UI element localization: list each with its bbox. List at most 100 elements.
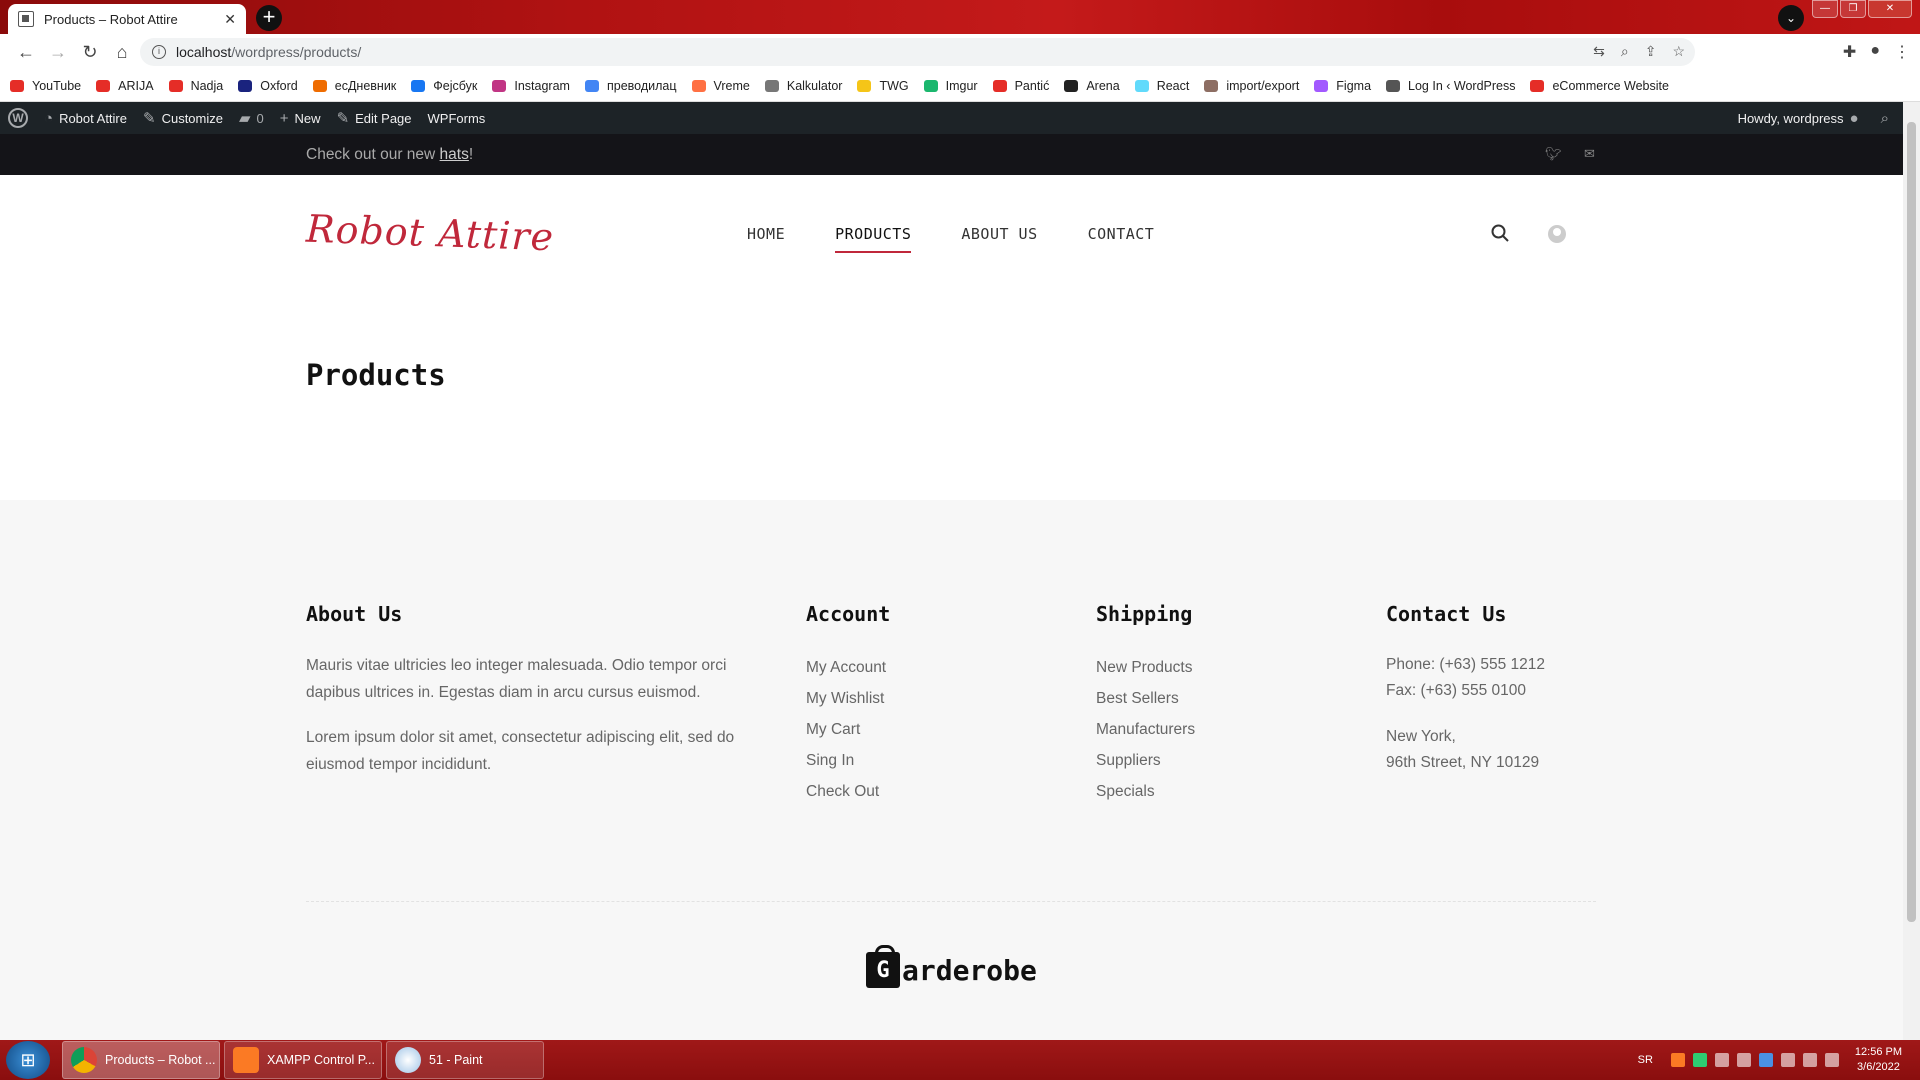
bookmark-label: eCommerce Website	[1552, 78, 1669, 93]
nav-contact[interactable]: CONTACT	[1088, 225, 1155, 253]
network-icon[interactable]	[1802, 1053, 1817, 1067]
wp-search[interactable]: ⌕	[1873, 102, 1903, 134]
account-link[interactable]: My Account	[806, 652, 890, 683]
taskbar-chrome[interactable]: Products – Robot ...	[62, 1041, 220, 1079]
bookmark-item[interactable]: eCommerce Website	[1530, 78, 1669, 93]
tray-icon[interactable]	[1714, 1053, 1729, 1067]
volume-icon[interactable]	[1824, 1053, 1839, 1067]
home-button[interactable]: ⌂	[106, 36, 138, 68]
account-link[interactable]: My Wishlist	[806, 683, 890, 714]
minimize-button[interactable]: —	[1812, 0, 1838, 18]
shipping-link[interactable]: Best Sellers	[1096, 683, 1195, 714]
bookmark-item[interactable]: Instagram	[492, 79, 570, 93]
announcement-suffix: !	[468, 146, 474, 163]
site-info-icon[interactable]: i	[152, 45, 166, 59]
bookmark-label: ARIJA	[118, 78, 154, 93]
omnibox[interactable]: i localhost/wordpress/products/ ⇆ ⌕ ⇪ ☆	[140, 38, 1695, 66]
bookmark-item[interactable]: Vreme	[691, 79, 750, 93]
account-link[interactable]: Check Out	[806, 776, 890, 807]
nav-about-us[interactable]: ABOUT US	[961, 225, 1037, 253]
bookmark-item[interactable]: Imgur	[923, 79, 978, 93]
search-icon[interactable]	[1490, 223, 1510, 243]
wp-edit-page[interactable]: ✎ Edit Page	[329, 102, 420, 134]
account-link[interactable]: Sing In	[806, 745, 890, 776]
twitter-icon[interactable]: 🐦︎	[1545, 146, 1562, 162]
bookmark-item[interactable]: Kalkulator	[764, 79, 842, 93]
bookmark-item[interactable]: Oxford	[238, 79, 298, 93]
start-button[interactable]: ⊞	[6, 1041, 50, 1079]
bookmark-favicon-icon	[1314, 79, 1329, 92]
tab-search-button[interactable]: ⌄	[1778, 5, 1804, 31]
shipping-link[interactable]: Suppliers	[1096, 745, 1195, 776]
bookmark-item[interactable]: ARIJA	[96, 78, 154, 93]
bookmark-favicon-icon	[584, 79, 599, 92]
taskbar-paint[interactable]: 51 - Paint	[386, 1041, 544, 1079]
close-tab-icon[interactable]: ✕	[224, 11, 236, 28]
tray-icon[interactable]	[1780, 1053, 1795, 1067]
wp-customize[interactable]: ✎ Customize	[135, 102, 231, 134]
shipping-link[interactable]: New Products	[1096, 652, 1195, 683]
bookmark-item[interactable]: Pantić	[992, 79, 1049, 93]
wp-comments[interactable]: ▰ 0	[231, 102, 272, 134]
page-scrollbar[interactable]	[1903, 102, 1920, 1040]
bookmark-label: React	[1156, 78, 1190, 93]
close-window-button[interactable]: ✕	[1868, 0, 1912, 18]
email-icon[interactable]: ✉	[1584, 146, 1595, 162]
profile-icon[interactable]: ●	[1870, 42, 1880, 62]
bookmark-item[interactable]: есДневник	[312, 79, 396, 93]
window-controls: — ❐ ✕	[1810, 0, 1912, 18]
wp-logo-menu[interactable]: W	[0, 102, 36, 134]
xampp-tray-icon[interactable]	[1670, 1053, 1685, 1067]
site-logo[interactable]: Robot Attire	[305, 207, 555, 260]
footer-brand-logo[interactable]: Garderobe	[866, 945, 1037, 988]
scrollbar-thumb[interactable]	[1907, 122, 1916, 922]
nav-home[interactable]: HOME	[747, 225, 785, 253]
bookmark-item[interactable]: Nadja	[168, 79, 223, 93]
bookmark-item[interactable]: Arena	[1064, 79, 1120, 93]
translate-icon[interactable]: ⇆	[1593, 43, 1605, 60]
edit-page-label: Edit Page	[355, 110, 412, 126]
zoom-icon[interactable]: ⌕	[1621, 43, 1629, 60]
bookmark-item[interactable]: YouTube	[10, 79, 81, 93]
account-link[interactable]: My Cart	[806, 714, 890, 745]
reload-button[interactable]: ↻	[74, 36, 106, 68]
bookmark-item[interactable]: React	[1134, 78, 1190, 93]
extensions-icon[interactable]: ✚	[1843, 42, 1856, 62]
account-avatar-icon[interactable]	[1548, 225, 1566, 243]
bookmark-item[interactable]: Фејсбук	[411, 79, 477, 93]
wp-wpforms[interactable]: WPForms	[420, 102, 494, 134]
browser-menu-icon[interactable]: ⋮	[1894, 42, 1910, 62]
restore-button[interactable]: ❐	[1840, 0, 1866, 18]
wp-new[interactable]: + New	[272, 102, 329, 134]
bookmark-label: преводилац	[606, 78, 677, 93]
pencil-icon: ✎	[336, 110, 350, 127]
taskbar-xampp[interactable]: XAMPP Control P...	[224, 1041, 382, 1079]
tray-icon[interactable]	[1736, 1053, 1751, 1067]
bookmark-favicon-icon	[923, 79, 938, 92]
bookmark-item[interactable]: Log In ‹ WordPress	[1386, 79, 1515, 93]
bookmark-star-icon[interactable]: ☆	[1672, 43, 1685, 60]
system-tray: SR 12:56 PM 3/6/2022	[1638, 1040, 1920, 1080]
bookmark-label: import/export	[1226, 78, 1300, 93]
url-host: localhost	[176, 44, 232, 60]
security-tray-icon[interactable]	[1692, 1053, 1707, 1067]
wp-account[interactable]: Howdy, wordpress ●	[1730, 102, 1873, 134]
nav-products[interactable]: PRODUCTS	[835, 225, 912, 253]
language-indicator[interactable]: SR	[1638, 1054, 1653, 1066]
clock[interactable]: 12:56 PM 3/6/2022	[1855, 1045, 1902, 1075]
bookmark-item[interactable]: преводилац	[584, 78, 677, 93]
hats-link[interactable]: hats	[440, 146, 469, 163]
forward-button[interactable]: →	[42, 36, 74, 68]
new-tab-button[interactable]: +	[256, 5, 282, 31]
browser-tab[interactable]: Products – Robot Attire ✕	[8, 4, 246, 34]
bookmark-item[interactable]: TWG	[857, 79, 909, 93]
shipping-link[interactable]: Manufacturers	[1096, 714, 1195, 745]
shipping-link[interactable]: Specials	[1096, 776, 1195, 807]
windows-taskbar: ⊞ Products – Robot ... XAMPP Control P..…	[0, 1040, 1920, 1080]
bookmark-item[interactable]: import/export	[1204, 79, 1299, 93]
share-icon[interactable]: ⇪	[1645, 43, 1657, 60]
tray-icon[interactable]	[1758, 1053, 1773, 1067]
wp-site-name[interactable]: ◔ Robot Attire	[36, 102, 135, 134]
back-button[interactable]: ←	[10, 36, 42, 68]
bookmark-item[interactable]: Figma	[1314, 79, 1371, 93]
